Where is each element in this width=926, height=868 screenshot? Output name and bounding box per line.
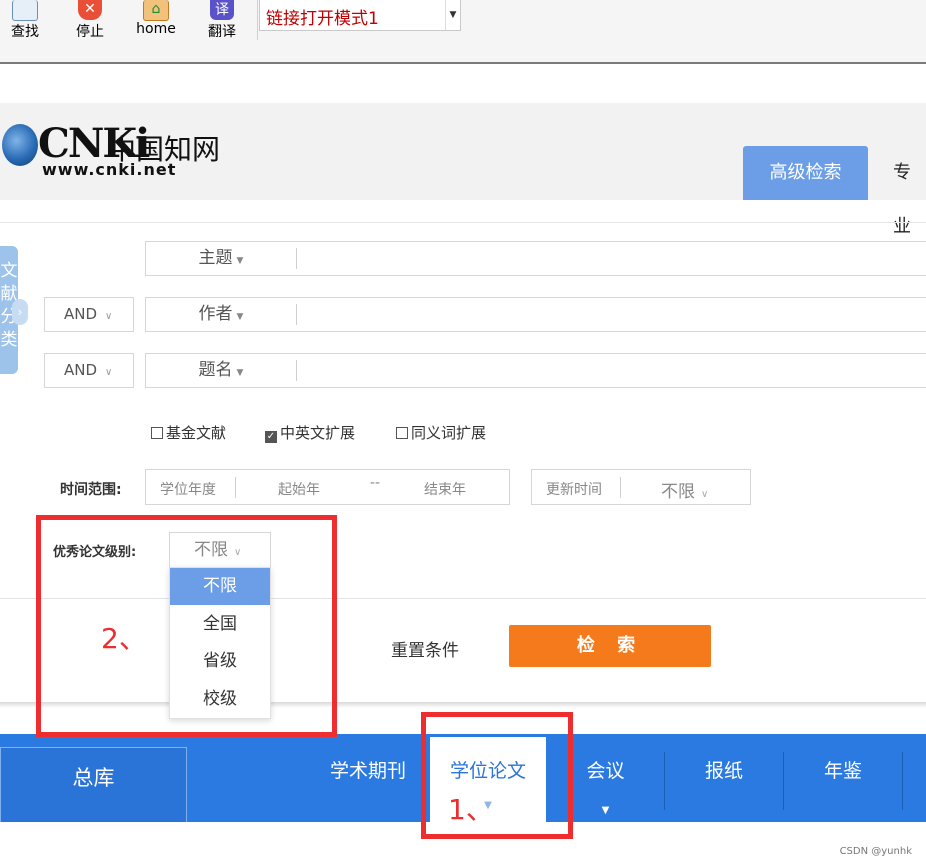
time-range-field: 学位年度 起始年 -- 结束年 — [145, 469, 510, 505]
checkmark-icon: ✓ — [265, 431, 277, 443]
annotation-box-1 — [421, 712, 573, 839]
translate-label: 翻译 — [208, 24, 236, 40]
divider — [0, 222, 926, 223]
find-label: 查找 — [11, 24, 39, 40]
nav-item-journals[interactable]: 学术期刊 — [318, 734, 418, 809]
link-mode-select[interactable]: 链接打开模式1 ▼ — [259, 0, 461, 31]
divider — [296, 304, 297, 325]
home-button[interactable]: ⌂ home — [131, 0, 181, 42]
annotation-label-2: 2、 — [101, 622, 147, 655]
logic-select-3[interactable]: AND ∨ — [44, 353, 134, 388]
synonym-expand-checkbox[interactable]: 同义词扩展 — [396, 424, 486, 442]
nav-separator — [902, 752, 903, 810]
field-select-2[interactable]: 作者 ▼ — [146, 298, 296, 331]
field-select-3[interactable]: 题名 ▼ — [146, 354, 296, 387]
home-icon: ⌂ — [143, 0, 169, 21]
stop-label: 停止 — [76, 24, 104, 40]
search-row-2: 作者 ▼ — [145, 297, 926, 332]
excellence-level-dropdown: 不限 全国 省级 校级 — [169, 567, 271, 719]
chevron-down-icon: ∨ — [105, 311, 113, 322]
chevron-down-icon: ∨ — [105, 367, 113, 378]
reset-conditions-button[interactable]: 重置条件 — [391, 636, 459, 661]
update-time-select[interactable]: 不限 ∨ — [661, 477, 708, 502]
stop-button[interactable]: ✕ 停止 — [65, 0, 115, 42]
annotation-label-1: 1、 — [448, 793, 494, 826]
divider — [235, 477, 236, 498]
logic-select-2[interactable]: AND ∨ — [44, 297, 134, 332]
nav-item-yearbooks[interactable]: 年鉴 — [795, 734, 891, 809]
end-year-input[interactable]: 结束年 — [424, 479, 466, 499]
divider — [296, 248, 297, 269]
field-select-1[interactable]: 主题 ▼ — [146, 242, 296, 275]
update-time-field[interactable]: 更新时间 不限 ∨ — [531, 469, 751, 505]
divider — [296, 360, 297, 381]
cnki-globe-logo — [2, 124, 38, 166]
link-mode-value: 链接打开模式1 — [266, 9, 379, 29]
field-select-label: 题名 — [198, 360, 233, 380]
tab-advanced-search[interactable]: 高级检索 — [743, 146, 868, 200]
checkbox-icon — [151, 427, 163, 439]
logo-url: www.cnki.net — [42, 160, 177, 179]
translate-button[interactable]: 译 翻译 — [197, 0, 247, 42]
caret-down-icon: ▼ — [236, 256, 244, 266]
range-separator: -- — [370, 475, 381, 491]
tab-professional-search[interactable]: 专业 — [893, 146, 926, 237]
home-label: home — [136, 21, 176, 37]
logic-select-label: AND — [64, 305, 98, 323]
stop-icon: ✕ — [78, 0, 102, 20]
nav-separator — [783, 752, 784, 810]
watermark: CSDN @yunhk — [839, 846, 912, 857]
dropdown-option-national[interactable]: 全国 — [170, 606, 270, 643]
chevron-down-icon: ∨ — [701, 489, 709, 500]
fund-literature-checkbox[interactable]: 基金文献 — [151, 424, 226, 442]
find-button[interactable]: 查找 — [0, 0, 50, 42]
update-time-value: 不限 — [661, 482, 695, 502]
cn-en-expand-checkbox[interactable]: ✓ 中英文扩展 — [265, 424, 356, 443]
nav-item-label: 会议 — [586, 760, 625, 782]
caret-down-icon: ▼ — [236, 312, 244, 322]
checkbox-label: 同义词扩展 — [411, 424, 487, 442]
dropdown-option-school[interactable]: 校级 — [170, 681, 270, 718]
time-type-select[interactable]: 学位年度 — [160, 479, 216, 499]
field-select-label: 作者 — [198, 304, 233, 324]
checkbox-label: 中英文扩展 — [280, 424, 356, 442]
nav-item-total-library[interactable]: 总库 — [0, 747, 187, 822]
checkbox-label: 基金文献 — [166, 424, 227, 442]
divider — [620, 477, 621, 498]
field-select-label: 主题 — [198, 248, 233, 268]
update-time-label: 更新时间 — [546, 482, 602, 498]
nav-separator — [664, 752, 665, 810]
search-button[interactable]: 检 索 — [509, 625, 711, 667]
browser-toolbar: 查找 ✕ 停止 ⌂ home 译 翻译 — [0, 0, 926, 64]
nav-item-newspapers[interactable]: 报纸 — [676, 734, 772, 809]
dropdown-option-unlimited[interactable]: 不限 — [170, 568, 270, 605]
search-icon — [12, 0, 38, 21]
chevron-right-icon[interactable]: › — [12, 299, 28, 325]
toolbar-separator — [257, 0, 258, 40]
checkbox-icon — [396, 427, 408, 439]
start-year-input[interactable]: 起始年 — [278, 479, 320, 499]
logic-select-label: AND — [64, 361, 98, 379]
search-row-1: 主题 ▼ — [145, 241, 926, 276]
translate-icon: 译 — [210, 0, 234, 20]
search-row-3: 题名 ▼ — [145, 353, 926, 388]
caret-down-icon: ▼ — [236, 368, 244, 378]
dropdown-option-provincial[interactable]: 省级 — [170, 643, 270, 680]
time-range-label: 时间范围: — [60, 482, 122, 498]
chevron-down-icon[interactable]: ▼ — [445, 0, 460, 30]
